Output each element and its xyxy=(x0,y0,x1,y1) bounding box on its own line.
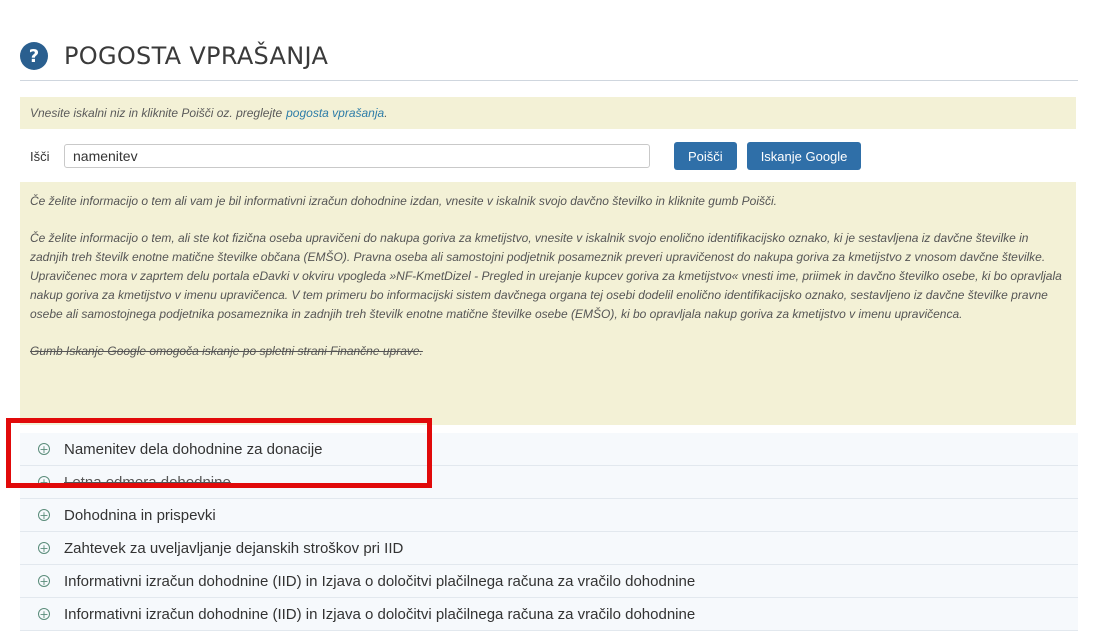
expand-plus-icon: + xyxy=(38,509,50,522)
search-row: Išči Poišči Iskanje Google xyxy=(20,141,1078,171)
question-icon: ? xyxy=(20,42,48,70)
faq-item-label: Namenitev dela dohodnine za donacije xyxy=(64,440,323,458)
expand-plus-icon: + xyxy=(38,443,50,456)
faq-item-label: Informativni izračun dohodnine (IID) in … xyxy=(64,572,696,590)
faq-item[interactable]: + Informativni izračun dohodnine (IID) i… xyxy=(20,565,1078,598)
search-input[interactable] xyxy=(64,144,650,168)
google-search-button[interactable]: Iskanje Google xyxy=(746,142,862,170)
search-button[interactable]: Poišči xyxy=(674,142,737,170)
header-divider xyxy=(20,80,1078,81)
faq-item[interactable]: + Letna odmera dohodnine xyxy=(20,466,1078,499)
faq-item-label: Letna odmera dohodnine xyxy=(64,473,231,491)
info-paragraph-1: Če želite informacijo o tem ali vam je b… xyxy=(30,194,778,208)
info-box: Če želite informacijo o tem ali vam je b… xyxy=(20,182,1076,425)
page-header: ? POGOSTA VPRAŠANJA xyxy=(20,32,1078,80)
expand-plus-icon: + xyxy=(38,575,50,588)
page-title: POGOSTA VPRAŠANJA xyxy=(64,42,329,70)
faq-item[interactable]: + Dohodnina in prispevki xyxy=(20,499,1078,532)
faq-item-label: Dohodnina in prispevki xyxy=(64,506,216,524)
search-hint: Vnesite iskalni niz in kliknite Poišči o… xyxy=(20,97,1076,129)
search-label: Išči xyxy=(30,148,50,164)
faq-item[interactable]: + Zahtevek za uveljavljanje dejanskih st… xyxy=(20,532,1078,565)
expand-plus-icon: + xyxy=(38,476,50,489)
faq-link[interactable]: pogosta vprašanja xyxy=(286,106,384,120)
hint-suffix: . xyxy=(384,106,388,120)
info-paragraph-2: Če želite informacijo o tem, ali ste kot… xyxy=(30,231,1062,321)
faq-item-label: Zahtevek za uveljavljanje dejanskih stro… xyxy=(64,539,404,557)
expand-plus-icon: + xyxy=(38,542,50,555)
faq-page: ? POGOSTA VPRAŠANJA Vnesite iskalni niz … xyxy=(6,0,1080,631)
faq-item[interactable]: + Namenitev dela dohodnine za donacije xyxy=(20,433,1078,466)
expand-plus-icon: + xyxy=(38,608,50,621)
faq-list: + Namenitev dela dohodnine za donacije +… xyxy=(20,433,1078,631)
info-paragraph-3: Gumb Iskanje Google omogoča iskanje po s… xyxy=(30,344,423,358)
faq-item[interactable]: + Informativni izračun dohodnine (IID) i… xyxy=(20,598,1078,631)
faq-item-label: Informativni izračun dohodnine (IID) in … xyxy=(64,605,696,623)
hint-text: Vnesite iskalni niz in kliknite Poišči o… xyxy=(30,106,283,120)
